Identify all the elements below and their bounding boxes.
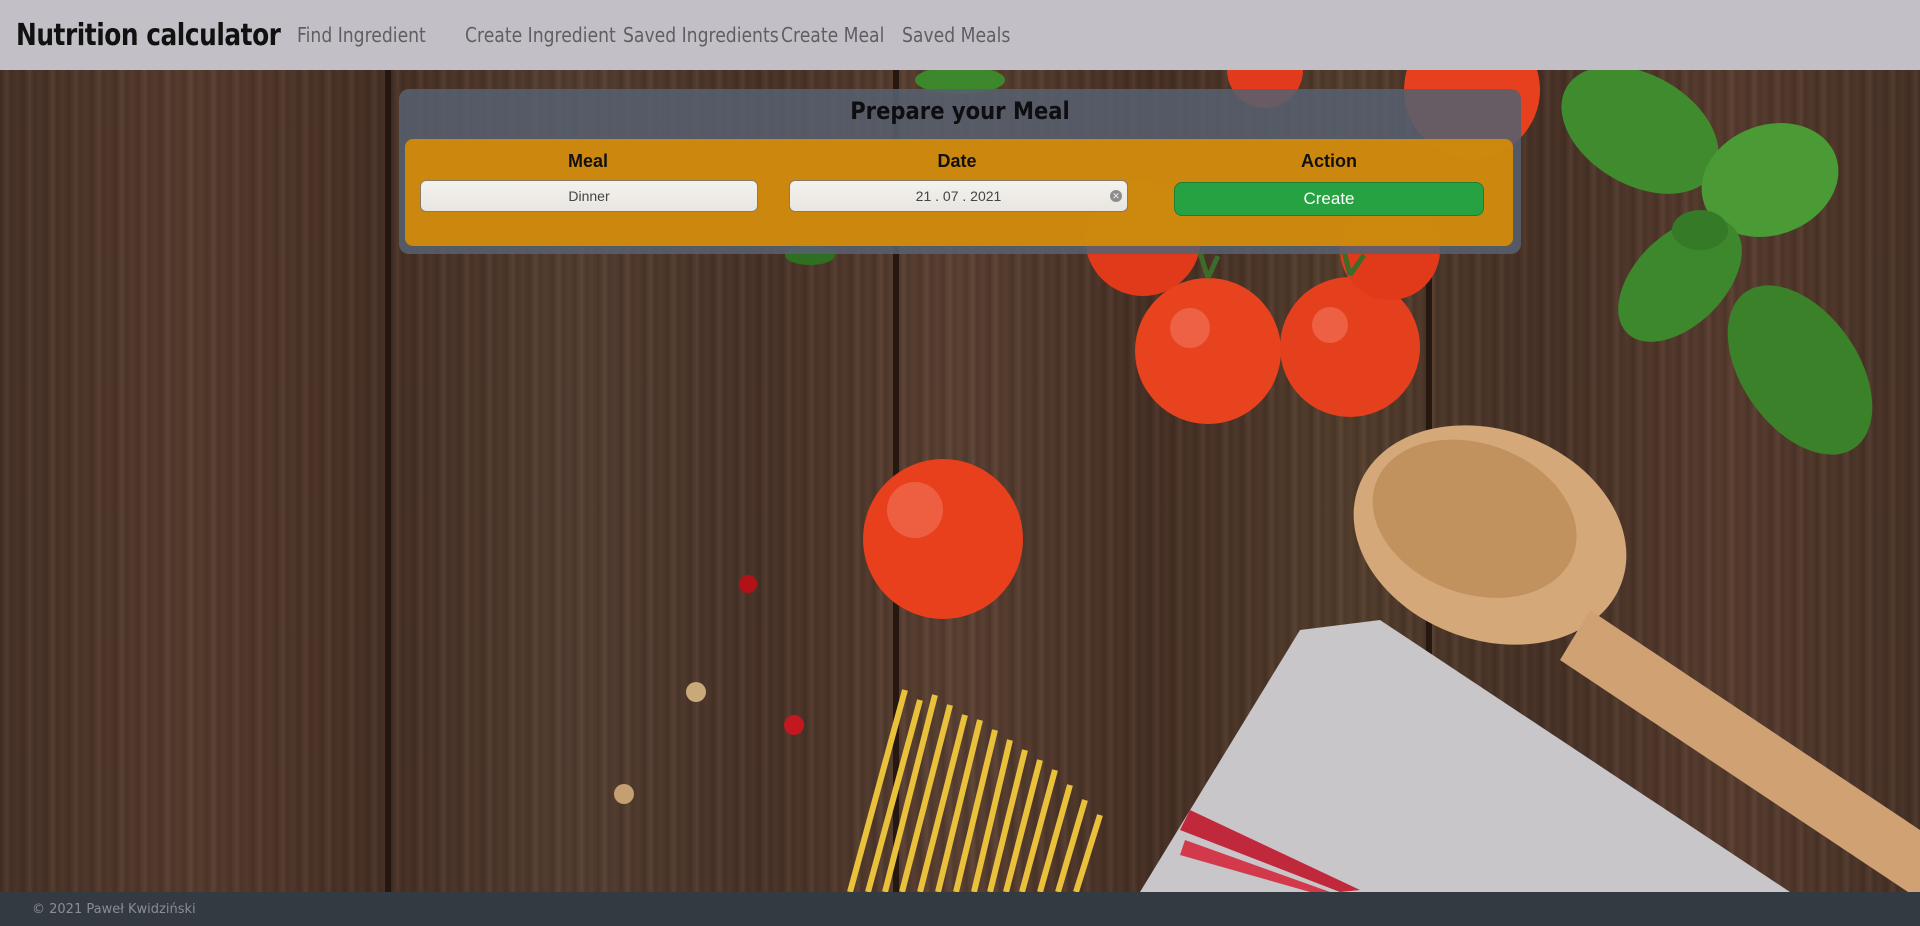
date-field[interactable]: 21 . 07 . 2021 ✕ [789,180,1128,212]
panel-title: Prepare your Meal [850,97,1070,125]
peppercorn [686,682,706,702]
peppercorn [739,575,757,593]
action-column-header: Action [1301,151,1357,171]
meal-field[interactable] [420,180,758,212]
nav-links: Find Ingredient Create Ingredient Saved … [297,23,1018,47]
meal-input[interactable] [421,187,757,205]
kitchen-towel [1140,620,1790,892]
nav-create-meal[interactable]: Create Meal [781,23,884,47]
peppercorn [614,784,634,804]
prepare-meal-panel: Prepare your Meal Meal Date Action 21 . … [399,89,1521,254]
create-button[interactable]: Create [1174,182,1484,216]
nav-find-ingredient[interactable]: Find Ingredient [297,23,428,47]
peppercorn [784,715,804,735]
clear-date-icon[interactable]: ✕ [1110,190,1122,202]
footer: © 2021 Paweł Kwidziński [0,892,1920,926]
brand-title[interactable]: Nutrition calculator [16,18,281,53]
meal-column-header: Meal [567,151,609,171]
copyright-text: © 2021 Paweł Kwidziński [32,901,196,917]
nav-create-ingredient[interactable]: Create Ingredient [465,23,616,47]
nav-saved-meals[interactable]: Saved Meals [902,23,1010,47]
spaghetti [847,689,1103,892]
tomato [863,459,1023,619]
meal-form: Meal Date Action 21 . 07 . 2021 ✕ Create [405,139,1513,246]
nav-saved-ingredients[interactable]: Saved Ingredients [623,23,779,47]
date-column-header: Date [937,151,977,171]
date-value[interactable]: 21 . 07 . 2021 [916,188,1002,204]
navbar: Nutrition calculator Find Ingredient Cre… [0,0,1920,70]
